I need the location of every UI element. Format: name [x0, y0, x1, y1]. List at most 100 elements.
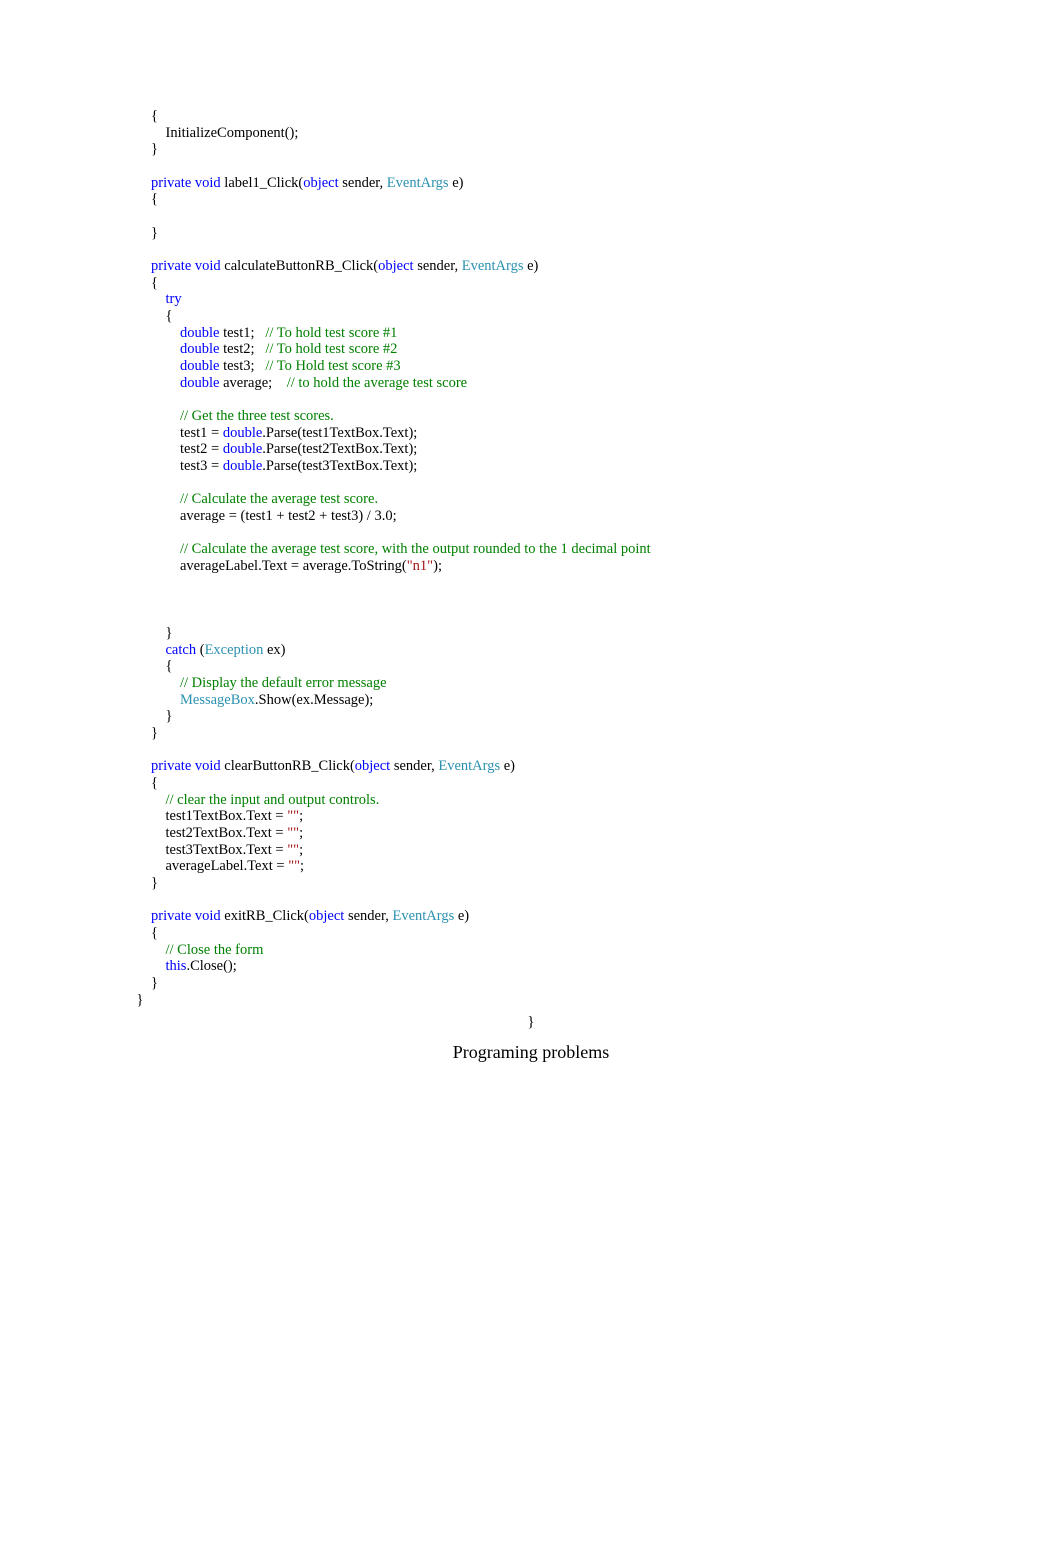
code-token: exitRB_Click(: [221, 908, 309, 924]
code-token: ex): [263, 642, 285, 658]
code-token: .Close();: [186, 958, 236, 974]
comment: // Calculate the average test score, wit…: [180, 541, 651, 557]
code-line: {: [122, 108, 158, 124]
code-token: [122, 942, 166, 958]
code-token: e): [500, 758, 515, 774]
keyword: this: [166, 958, 187, 974]
code-token: [122, 175, 151, 191]
code-token: [122, 491, 180, 507]
code-token: sender,: [339, 175, 387, 191]
keyword: void: [195, 258, 221, 274]
type: EventArgs: [392, 908, 454, 924]
code-token: test3TextBox.Text =: [122, 842, 287, 858]
comment: // clear the input and output controls.: [166, 792, 380, 808]
code-token: [122, 358, 180, 374]
code-token: [122, 958, 166, 974]
code-token: test1;: [219, 325, 265, 341]
comment: // Close the form: [166, 942, 264, 958]
keyword: private: [151, 258, 191, 274]
code-token: );: [433, 558, 442, 574]
keyword: object: [309, 908, 344, 924]
code-line: }: [122, 875, 158, 891]
code-token: sender,: [390, 758, 438, 774]
keyword: try: [166, 291, 182, 307]
code-line: }: [122, 975, 158, 991]
type: MessageBox: [180, 692, 255, 708]
comment: // Get the three test scores.: [180, 408, 334, 424]
keyword: double: [180, 341, 219, 357]
code-token: ;: [299, 825, 303, 841]
code-token: [122, 908, 151, 924]
code-token: label1_Click(: [221, 175, 304, 191]
code-token: e): [449, 175, 464, 191]
code-token: [122, 642, 166, 658]
comment: // To Hold test score #3: [265, 358, 400, 374]
code-token: [122, 758, 151, 774]
keyword: private: [151, 758, 191, 774]
keyword: double: [180, 375, 219, 391]
code-line: }: [122, 141, 158, 157]
code-token: [122, 541, 180, 557]
code-line: }: [122, 992, 143, 1008]
code-token: .Parse(test2TextBox.Text);: [262, 441, 417, 457]
code-line: }: [122, 625, 172, 641]
code-token: [122, 692, 180, 708]
code-token: e): [454, 908, 469, 924]
string: "": [288, 858, 300, 874]
code-token: [122, 792, 166, 808]
section-title: Programing problems: [60, 1042, 1002, 1063]
code-line: }: [122, 708, 172, 724]
code-block: { InitializeComponent(); } private void …: [60, 108, 1002, 1008]
code-token: average;: [219, 375, 286, 391]
code-token: clearButtonRB_Click(: [221, 758, 355, 774]
comment: // To hold test score #2: [265, 341, 397, 357]
keyword: object: [355, 758, 390, 774]
keyword: void: [195, 758, 221, 774]
code-token: [122, 291, 166, 307]
code-token: .Parse(test3TextBox.Text);: [262, 458, 417, 474]
code-token: [122, 675, 180, 691]
string: "n1": [407, 558, 433, 574]
keyword: private: [151, 908, 191, 924]
code-token: sender,: [414, 258, 462, 274]
closing-brace: }: [60, 1014, 1002, 1031]
code-line: {: [122, 191, 158, 207]
string: "": [287, 825, 299, 841]
code-token: [122, 325, 180, 341]
code-token: averageLabel.Text =: [122, 858, 288, 874]
comment: // Calculate the average test score.: [180, 491, 378, 507]
type: EventArgs: [462, 258, 524, 274]
code-token: e): [523, 258, 538, 274]
code-line: {: [122, 775, 158, 791]
code-token: test1TextBox.Text =: [122, 808, 287, 824]
keyword: double: [180, 358, 219, 374]
code-line: average = (test1 + test2 + test3) / 3.0;: [122, 508, 397, 524]
string: "": [287, 808, 299, 824]
code-token: test2 =: [122, 441, 223, 457]
code-line: {: [122, 658, 172, 674]
keyword: catch: [166, 642, 197, 658]
keyword: object: [378, 258, 413, 274]
code-token: ;: [299, 842, 303, 858]
code-token: .Show(ex.Message);: [255, 692, 373, 708]
code-token: test3;: [219, 358, 265, 374]
keyword: double: [180, 325, 219, 341]
comment: // To hold test score #1: [265, 325, 397, 341]
code-token: sender,: [344, 908, 392, 924]
code-token: calculateButtonRB_Click(: [221, 258, 378, 274]
keyword: object: [303, 175, 338, 191]
code-line: {: [122, 308, 172, 324]
type: EventArgs: [438, 758, 500, 774]
comment: // to hold the average test score: [287, 375, 467, 391]
code-token: (: [196, 642, 204, 658]
code-line: InitializeComponent();: [122, 125, 298, 141]
code-token: test1 =: [122, 425, 223, 441]
code-line: }: [122, 225, 158, 241]
code-token: test2TextBox.Text =: [122, 825, 287, 841]
code-token: [122, 408, 180, 424]
keyword: void: [195, 175, 221, 191]
type: EventArgs: [387, 175, 449, 191]
type: Exception: [205, 642, 264, 658]
keyword: double: [223, 458, 262, 474]
code-token: test2;: [219, 341, 265, 357]
